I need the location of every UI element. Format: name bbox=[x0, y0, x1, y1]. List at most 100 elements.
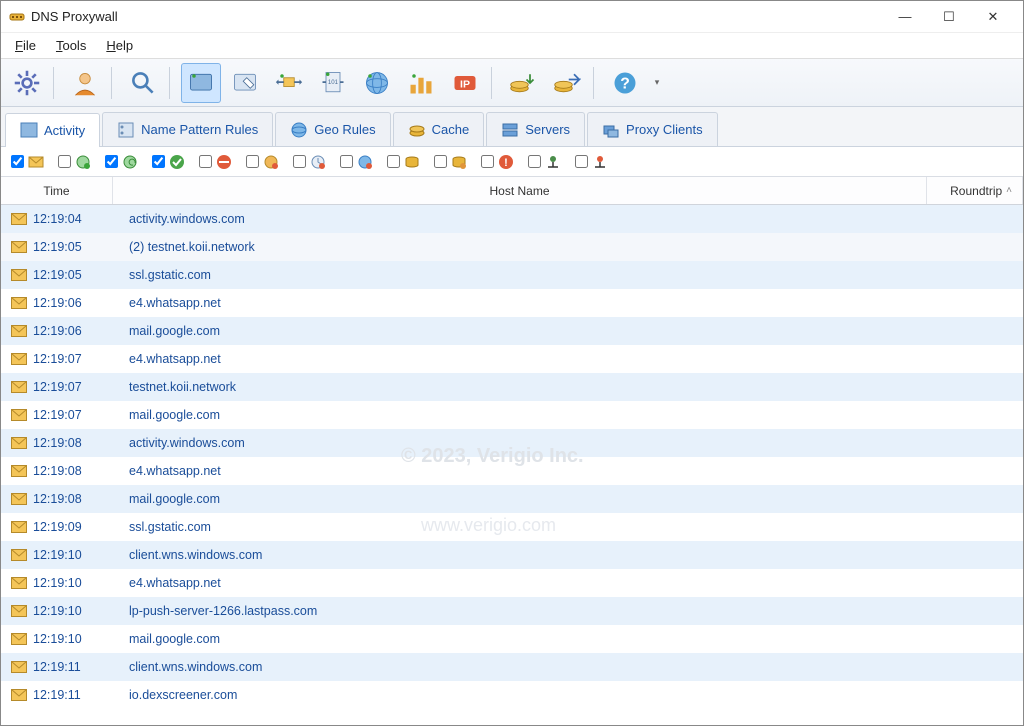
filter-refresh-checkbox[interactable] bbox=[105, 155, 118, 168]
table-row[interactable]: 12:19:10e4.whatsapp.net bbox=[1, 569, 1023, 597]
tab-name-pattern-rules[interactable]: Name Pattern Rules bbox=[102, 112, 273, 146]
user-button[interactable] bbox=[65, 63, 105, 103]
cell-hostname: mail.google.com bbox=[113, 632, 927, 646]
mail-icon bbox=[11, 493, 27, 505]
table-row[interactable]: 12:19:06mail.google.com bbox=[1, 317, 1023, 345]
time-value: 12:19:11 bbox=[33, 660, 81, 674]
settings-button[interactable] bbox=[7, 63, 47, 103]
maximize-button[interactable]: ☐ bbox=[927, 2, 971, 32]
cell-time: 12:19:08 bbox=[1, 436, 113, 450]
table-row[interactable]: 12:19:05ssl.gstatic.com bbox=[1, 261, 1023, 289]
coins-in-icon bbox=[509, 69, 537, 97]
time-value: 12:19:11 bbox=[33, 688, 81, 702]
table-row[interactable]: 12:19:07testnet.koii.network bbox=[1, 373, 1023, 401]
tab-geo-label: Geo Rules bbox=[314, 122, 375, 137]
mail-icon bbox=[28, 154, 44, 170]
menu-tools[interactable]: Tools bbox=[48, 34, 94, 57]
tab-cache[interactable]: Cache bbox=[393, 112, 485, 146]
table-row[interactable]: 12:19:10client.wns.windows.com bbox=[1, 541, 1023, 569]
table-row[interactable]: 12:19:06e4.whatsapp.net bbox=[1, 289, 1023, 317]
filter-netup-checkbox[interactable] bbox=[528, 155, 541, 168]
activity-monitor-button[interactable] bbox=[181, 63, 221, 103]
mail-icon bbox=[11, 381, 27, 393]
time-value: 12:19:09 bbox=[33, 520, 82, 534]
filter-mail-checkbox[interactable] bbox=[11, 155, 24, 168]
monitor-icon bbox=[187, 69, 215, 97]
help-button[interactable]: ? bbox=[605, 63, 645, 103]
mail-icon bbox=[11, 269, 27, 281]
filter-dbwarn-checkbox[interactable] bbox=[434, 155, 447, 168]
ip-button[interactable]: IP bbox=[445, 63, 485, 103]
filter-geo-checkbox[interactable] bbox=[340, 155, 353, 168]
mail-icon bbox=[11, 465, 27, 477]
table-row[interactable]: 12:19:09ssl.gstatic.com bbox=[1, 513, 1023, 541]
export-rules-button[interactable] bbox=[547, 63, 587, 103]
globe-button[interactable] bbox=[357, 63, 397, 103]
clear-button[interactable] bbox=[225, 63, 265, 103]
cell-time: 12:19:11 bbox=[1, 688, 113, 702]
table-row[interactable]: 12:19:07e4.whatsapp.net bbox=[1, 345, 1023, 373]
filter-time-checkbox[interactable] bbox=[293, 155, 306, 168]
network-route-button[interactable] bbox=[269, 63, 309, 103]
filter-block-checkbox[interactable] bbox=[199, 155, 212, 168]
table-row[interactable]: 12:19:08activity.windows.com bbox=[1, 429, 1023, 457]
stats-button[interactable] bbox=[401, 63, 441, 103]
mail-icon bbox=[11, 437, 27, 449]
tab-proxy-clients[interactable]: Proxy Clients bbox=[587, 112, 718, 146]
minimize-button[interactable]: — bbox=[883, 2, 927, 32]
table-row[interactable]: 12:19:11io.dexscreener.com bbox=[1, 681, 1023, 709]
eraser-icon bbox=[231, 69, 259, 97]
help-icon: ? bbox=[611, 69, 639, 97]
cell-hostname: client.wns.windows.com bbox=[113, 660, 927, 674]
tab-servers[interactable]: Servers bbox=[486, 112, 585, 146]
filter-warn-checkbox[interactable] bbox=[246, 155, 259, 168]
table-row[interactable]: 12:19:07mail.google.com bbox=[1, 401, 1023, 429]
tab-servers-label: Servers bbox=[525, 122, 570, 137]
time-value: 12:19:08 bbox=[33, 492, 82, 506]
cell-time: 12:19:04 bbox=[1, 212, 113, 226]
menu-file[interactable]: File bbox=[7, 34, 44, 57]
search-button[interactable] bbox=[123, 63, 163, 103]
table-row[interactable]: 12:19:05 (2) testnet.koii.network bbox=[1, 233, 1023, 261]
table-row[interactable]: 12:19:10mail.google.com bbox=[1, 625, 1023, 653]
table-row[interactable]: 12:19:10lp-push-server-1266.lastpass.com bbox=[1, 597, 1023, 625]
tab-geo-rules[interactable]: Geo Rules bbox=[275, 112, 390, 146]
cell-hostname: e4.whatsapp.net bbox=[113, 464, 927, 478]
cell-hostname: lp-push-server-1266.lastpass.com bbox=[113, 604, 927, 618]
svg-text:101: 101 bbox=[328, 78, 339, 85]
db-icon bbox=[404, 154, 420, 170]
menu-help[interactable]: Help bbox=[98, 34, 141, 57]
net-alert-icon bbox=[592, 154, 608, 170]
table-row[interactable]: 12:19:08e4.whatsapp.net bbox=[1, 457, 1023, 485]
cell-time: 12:19:11 bbox=[1, 660, 113, 674]
bars-icon bbox=[407, 69, 435, 97]
table-row[interactable]: 12:19:04activity.windows.com bbox=[1, 205, 1023, 233]
svg-text:IP: IP bbox=[460, 78, 470, 90]
table-row[interactable]: 12:19:11 client.wns.windows.com bbox=[1, 653, 1023, 681]
toolbar: 101 IP ? ▾ bbox=[1, 59, 1023, 107]
tab-activity[interactable]: Activity bbox=[5, 113, 100, 147]
cell-hostname: ssl.gstatic.com bbox=[113, 268, 927, 282]
column-header-time[interactable]: Time bbox=[1, 177, 113, 204]
cell-time: 12:19:07 bbox=[1, 352, 113, 366]
mail-icon bbox=[11, 353, 27, 365]
filter-alert-checkbox[interactable] bbox=[481, 155, 494, 168]
close-button[interactable]: ✕ bbox=[971, 2, 1015, 32]
table-row[interactable]: 12:19:08mail.google.com bbox=[1, 485, 1023, 513]
tabbar: Activity Name Pattern Rules Geo Rules Ca… bbox=[1, 107, 1023, 147]
import-rules-button[interactable] bbox=[503, 63, 543, 103]
export-button[interactable]: 101 bbox=[313, 63, 353, 103]
column-header-hostname[interactable]: Host Name bbox=[113, 177, 927, 204]
filter-db-checkbox[interactable] bbox=[387, 155, 400, 168]
globe-icon bbox=[363, 69, 391, 97]
column-header-roundtrip[interactable]: Roundtrip˄ bbox=[927, 177, 1023, 204]
toolbar-overflow-button[interactable]: ▾ bbox=[649, 63, 665, 103]
table-header: Time Host Name Roundtrip˄ bbox=[1, 177, 1023, 205]
filter-netalert-checkbox[interactable] bbox=[575, 155, 588, 168]
filter-allow-checkbox[interactable] bbox=[58, 155, 71, 168]
time-value: 12:19:05 bbox=[33, 240, 82, 254]
cell-hostname: e4.whatsapp.net bbox=[113, 296, 927, 310]
check-badge-icon bbox=[169, 154, 185, 170]
cell-hostname: activity.windows.com bbox=[113, 436, 927, 450]
filter-verified-checkbox[interactable] bbox=[152, 155, 165, 168]
